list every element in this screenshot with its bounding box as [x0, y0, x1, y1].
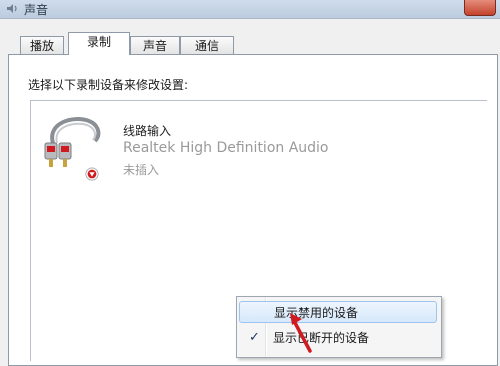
tab-recording[interactable]: 录制 [68, 32, 130, 55]
speaker-icon [7, 4, 17, 13]
close-button[interactable] [464, 0, 496, 16]
context-menu: 显示禁用的设备 ✓ 显示已断开的设备 [236, 296, 442, 358]
menu-item-show-disconnected[interactable]: ✓ 显示已断开的设备 [239, 327, 437, 349]
instruction-label: 选择以下录制设备来修改设置: [28, 78, 189, 92]
tab-sounds[interactable]: 声音 [130, 36, 180, 54]
red-arrow-icon [290, 313, 312, 353]
tab-playback[interactable]: 播放 [20, 36, 64, 54]
menu-item-show-disabled[interactable]: 显示禁用的设备 [239, 301, 437, 323]
device-status: 未插入 [123, 163, 160, 177]
device-name: 线路输入 [123, 124, 172, 138]
down-arrow-badge-icon [85, 167, 99, 181]
tab-communications[interactable]: 通信 [180, 36, 234, 54]
device-description: Realtek High Definition Audio [123, 140, 329, 156]
window-title: 声音 [24, 3, 49, 17]
title-bar: 声音 [0, 0, 500, 19]
device-item-line-in[interactable]: 线路输入 Realtek High Definition Audio 未插入 [43, 113, 463, 183]
checkmark-icon: ✓ [249, 330, 260, 345]
